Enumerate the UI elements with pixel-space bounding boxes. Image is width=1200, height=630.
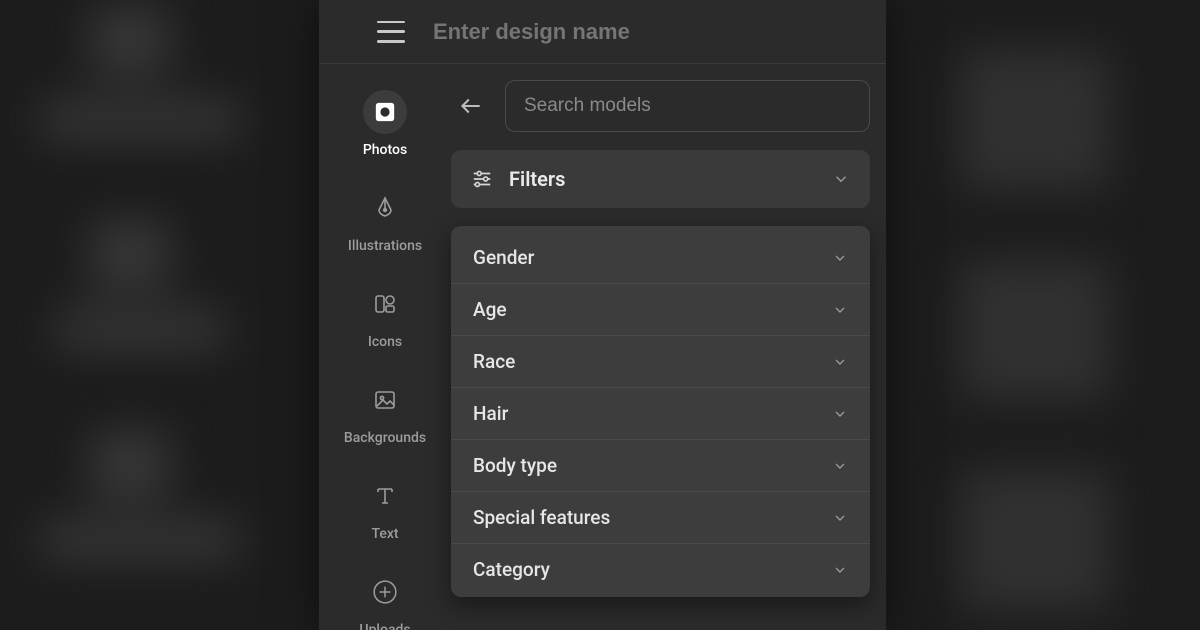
asset-sidebar: Photos Illustrations Icons bbox=[319, 64, 451, 630]
content-panel: Filters Gender Age Race bbox=[451, 64, 886, 630]
sidebar-item-label: Backgrounds bbox=[344, 430, 426, 446]
filter-row-gender[interactable]: Gender bbox=[451, 232, 870, 284]
filter-row-age[interactable]: Age bbox=[451, 284, 870, 336]
filter-row-body-type[interactable]: Body type bbox=[451, 440, 870, 492]
sidebar-item-label: Icons bbox=[368, 334, 402, 350]
sidebar-item-icons[interactable]: Icons bbox=[319, 272, 451, 362]
sliders-icon bbox=[471, 168, 493, 190]
sidebar-item-text[interactable]: Text bbox=[319, 464, 451, 554]
image-icon bbox=[363, 378, 407, 422]
photos-icon bbox=[363, 90, 407, 134]
filters-toggle[interactable]: Filters bbox=[451, 150, 870, 208]
filter-label: Body type bbox=[473, 454, 557, 477]
chevron-down-icon bbox=[832, 458, 848, 474]
filters-title: Filters bbox=[509, 167, 816, 191]
filter-label: Race bbox=[473, 350, 515, 373]
design-name-input[interactable] bbox=[433, 19, 868, 45]
arrow-left-icon bbox=[458, 93, 484, 119]
shapes-icon bbox=[363, 282, 407, 326]
back-button[interactable] bbox=[451, 86, 491, 126]
chevron-down-icon bbox=[832, 250, 848, 266]
sidebar-item-label: Photos bbox=[363, 142, 407, 158]
sidebar-item-illustrations[interactable]: Illustrations bbox=[319, 176, 451, 266]
search-input[interactable] bbox=[505, 80, 870, 132]
sidebar-item-uploads[interactable]: Uploads bbox=[319, 560, 451, 630]
app-panel: Photos Illustrations Icons bbox=[319, 0, 886, 630]
filter-label: Gender bbox=[473, 246, 534, 269]
sidebar-item-photos[interactable]: Photos bbox=[319, 80, 451, 170]
plus-circle-icon bbox=[363, 570, 407, 614]
filter-label: Age bbox=[473, 298, 507, 321]
filter-row-race[interactable]: Race bbox=[451, 336, 870, 388]
filter-label: Category bbox=[473, 558, 550, 581]
filter-row-category[interactable]: Category bbox=[451, 544, 870, 595]
chevron-down-icon bbox=[832, 406, 848, 422]
menu-icon[interactable] bbox=[377, 21, 405, 43]
pen-icon bbox=[363, 186, 407, 230]
sidebar-item-label: Text bbox=[371, 526, 398, 542]
filter-label: Special features bbox=[473, 506, 610, 529]
chevron-down-icon bbox=[832, 562, 848, 578]
filters-dropdown: Gender Age Race Hair bbox=[451, 226, 870, 597]
chevron-down-icon bbox=[832, 510, 848, 526]
chevron-down-icon bbox=[832, 170, 850, 188]
filter-row-hair[interactable]: Hair bbox=[451, 388, 870, 440]
chevron-down-icon bbox=[832, 302, 848, 318]
filter-row-special-features[interactable]: Special features bbox=[451, 492, 870, 544]
sidebar-item-label: Uploads bbox=[359, 622, 410, 630]
text-icon bbox=[363, 474, 407, 518]
top-bar bbox=[319, 0, 886, 64]
chevron-down-icon bbox=[832, 354, 848, 370]
filter-label: Hair bbox=[473, 402, 508, 425]
sidebar-item-backgrounds[interactable]: Backgrounds bbox=[319, 368, 451, 458]
sidebar-item-label: Illustrations bbox=[348, 238, 422, 254]
